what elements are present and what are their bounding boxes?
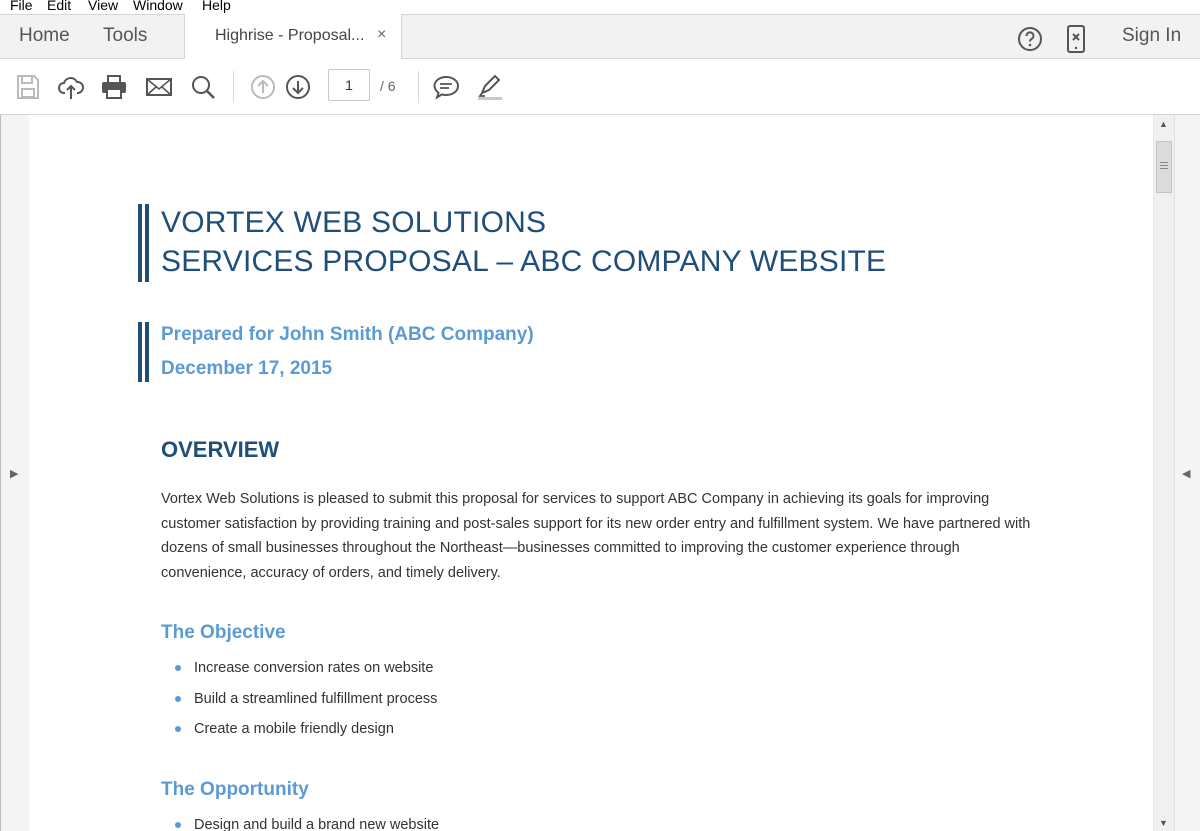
right-panel-strip: ◀: [1174, 115, 1200, 831]
upload-cloud-icon[interactable]: [57, 73, 85, 101]
document-page: VORTEX WEB SOLUTIONS SERVICES PROPOSAL –…: [29, 115, 1153, 831]
toolbar-divider: [233, 71, 234, 103]
overview-heading: OVERVIEW: [161, 437, 280, 462]
scroll-thumb[interactable]: [1156, 141, 1172, 193]
menu-window[interactable]: Window: [133, 0, 183, 13]
save-icon[interactable]: [14, 73, 42, 101]
bullet-point: [175, 726, 181, 732]
previous-page-icon[interactable]: [249, 73, 277, 101]
menu-bar: File Edit View Window Help: [0, 0, 1200, 14]
sign-in-button[interactable]: Sign In: [1122, 25, 1181, 47]
tab-home[interactable]: Home: [19, 25, 70, 47]
toolbar: 1 / 6: [0, 59, 1200, 115]
bullet-point: [175, 696, 181, 702]
mobile-link-icon[interactable]: [1066, 24, 1086, 54]
menu-edit[interactable]: Edit: [47, 0, 71, 13]
document-title-line2: SERVICES PROPOSAL – ABC COMPANY WEBSITE: [161, 245, 887, 278]
tab-document-label: Highrise - Proposal...: [215, 27, 365, 44]
tab-tools[interactable]: Tools: [103, 25, 147, 47]
page-total: / 6: [380, 78, 396, 94]
menu-help[interactable]: Help: [202, 0, 231, 13]
list-item: Design and build a brand new website: [194, 817, 440, 831]
bullet-point: [175, 822, 181, 828]
comment-icon[interactable]: [432, 73, 460, 101]
bullet-point: [175, 665, 181, 671]
page-number-input[interactable]: 1: [328, 69, 370, 101]
expand-right-panel-icon[interactable]: ◀: [1182, 467, 1190, 480]
tab-document[interactable]: Highrise - Proposal... ×: [184, 14, 402, 60]
next-page-icon[interactable]: [284, 73, 312, 101]
list-item: Build a streamlined fulfillment process: [194, 691, 438, 707]
expand-left-panel-icon[interactable]: ▶: [10, 467, 18, 480]
left-panel-strip: ▶: [0, 115, 29, 831]
title-accent-bar: [138, 204, 142, 282]
objective-heading: The Objective: [161, 622, 286, 643]
subtitle-accent-bar: [145, 322, 149, 382]
list-item: Increase conversion rates on website: [194, 660, 434, 676]
help-icon[interactable]: [1017, 26, 1043, 52]
prepared-for: Prepared for John Smith (ABC Company): [161, 324, 534, 345]
opportunity-heading: The Opportunity: [161, 779, 309, 800]
document-date: December 17, 2015: [161, 358, 333, 379]
tab-bar: Home Tools Highrise - Proposal... × Sign…: [0, 14, 1200, 60]
document-title-line1: VORTEX WEB SOLUTIONS: [161, 206, 547, 239]
list-item: Create a mobile friendly design: [194, 721, 394, 737]
search-icon[interactable]: [189, 73, 217, 101]
document-viewer: ▶ VORTEX WEB SOLUTIONS SERVICES PROPOSAL…: [0, 115, 1200, 831]
scroll-up-icon[interactable]: ▲: [1159, 119, 1168, 129]
overview-paragraph: Vortex Web Solutions is pleased to submi…: [161, 491, 1031, 581]
menu-view[interactable]: View: [88, 0, 118, 13]
vertical-scrollbar[interactable]: ▲ ▼: [1153, 115, 1174, 831]
highlight-pen-icon[interactable]: [476, 73, 504, 101]
title-accent-bar: [145, 204, 149, 282]
scroll-down-icon[interactable]: ▼: [1159, 818, 1168, 828]
subtitle-accent-bar: [138, 322, 142, 382]
print-icon[interactable]: [100, 73, 128, 101]
toolbar-divider: [418, 71, 419, 103]
email-icon[interactable]: [145, 73, 173, 101]
close-icon[interactable]: ×: [377, 26, 386, 44]
menu-file[interactable]: File: [10, 0, 33, 13]
